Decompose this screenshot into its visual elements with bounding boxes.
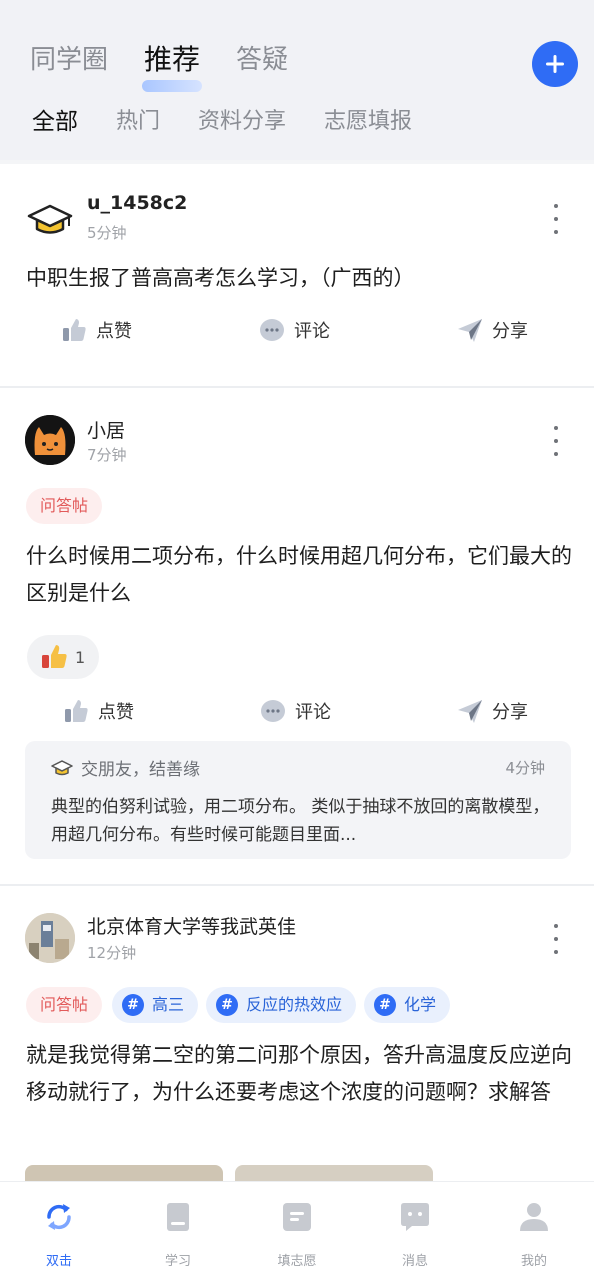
topic-label: 高三 <box>152 995 185 1014</box>
post-time: 12分钟 <box>87 944 137 962</box>
qa-tag[interactable]: 问答帖 <box>26 987 103 1023</box>
topic-tag[interactable]: # 反应的热效应 <box>206 987 357 1023</box>
top-header: 同学圈 推荐 答疑 全部 热门 资料分享 志愿填报 <box>0 0 594 160</box>
username[interactable]: 小居 <box>87 416 125 443</box>
active-tab-indicator <box>142 80 203 92</box>
tab-recommend[interactable]: 推荐 <box>142 40 203 92</box>
share-button[interactable]: 分享 <box>456 691 528 731</box>
share-button[interactable]: 分享 <box>456 310 528 350</box>
avatar[interactable] <box>25 913 75 963</box>
cat-avatar-image <box>25 415 75 465</box>
comment-icon <box>260 319 284 341</box>
post-card[interactable]: u_1458c2 5分钟 中职生报了普高高考怎么学习，（广西的） 点赞 评论 分… <box>0 164 594 386</box>
subtab-applications[interactable]: 志愿填报 <box>324 104 412 140</box>
subtab-hot[interactable]: 热门 <box>116 104 160 140</box>
qa-tag[interactable]: 问答帖 <box>26 488 103 524</box>
comment-button[interactable]: 评论 <box>259 691 331 731</box>
post-content[interactable]: 什么时候用二项分布，什么时候用超几何分布，它们最大的区别是什么 <box>26 538 574 612</box>
share-label: 分享 <box>492 321 528 342</box>
avatar[interactable] <box>25 194 75 244</box>
message-icon <box>401 1203 429 1231</box>
like-button[interactable]: 点赞 <box>62 691 134 731</box>
comment-label: 评论 <box>294 321 330 342</box>
comment-button[interactable]: 评论 <box>258 310 330 350</box>
profile-icon <box>520 1203 548 1231</box>
post-card[interactable]: 北京体育大学等我武英佳 12分钟 问答帖 # 高三 # 反应的热效应 # 化学 就是我… <box>0 886 594 1186</box>
post-time: 7分钟 <box>87 446 127 464</box>
share-icon <box>458 700 482 723</box>
plus-icon <box>546 55 564 73</box>
nav-label: 我的 <box>520 1254 547 1269</box>
thumbs-up-emoji-icon <box>42 645 67 668</box>
refresh-icon <box>47 1204 71 1230</box>
subtab-resources[interactable]: 资料分享 <box>198 104 286 140</box>
hashtag-icon: # <box>374 994 397 1016</box>
main-tabs: 同学圈 推荐 答疑 <box>30 40 324 92</box>
add-post-button[interactable] <box>532 41 578 87</box>
nav-item-home[interactable]: 双击 <box>19 1196 99 1269</box>
graduation-cap-icon <box>27 204 73 234</box>
post-actions: 点赞 评论 分享 <box>0 691 594 731</box>
avatar[interactable] <box>25 415 75 465</box>
nav-item-study[interactable]: 学习 <box>138 1196 218 1269</box>
hashtag-icon: # <box>122 994 145 1016</box>
tab-recommend-label: 推荐 <box>144 43 201 76</box>
reply-author[interactable]: 交朋友，结善缘 <box>81 755 200 780</box>
user-photo-avatar-image <box>25 913 75 963</box>
share-icon <box>458 319 482 342</box>
topic-tag[interactable]: # 高三 <box>112 987 199 1023</box>
username[interactable]: u_1458c2 <box>87 192 187 214</box>
comment-icon <box>261 700 285 722</box>
sub-tabs: 全部 热门 资料分享 志愿填报 <box>32 104 450 140</box>
reaction-count: 1 <box>75 647 86 667</box>
book-icon <box>167 1203 189 1231</box>
share-label: 分享 <box>492 702 528 723</box>
topic-label: 反应的热效应 <box>246 995 343 1014</box>
nav-item-profile[interactable]: 我的 <box>494 1196 574 1269</box>
nav-item-messages[interactable]: 消息 <box>375 1196 455 1269</box>
like-label: 点赞 <box>98 702 134 723</box>
post-content[interactable]: 就是我觉得第二空的第二问那个原因，答升高温度反应逆向移动就行了，为什么还要考虑这… <box>26 1037 574 1111</box>
thumbs-up-icon <box>63 319 86 341</box>
comment-label: 评论 <box>295 702 331 723</box>
topic-tag[interactable]: # 化学 <box>364 987 451 1023</box>
top-reply-box[interactable]: 交朋友，结善缘 4分钟 典型的伯努利试验，用二项分布。 类似于抽球不放回的离散模… <box>25 741 571 859</box>
tab-classmates[interactable]: 同学圈 <box>30 40 108 80</box>
tag-row: 问答帖 <box>26 488 112 524</box>
post-card[interactable]: 小居 7分钟 问答帖 什么时候用二项分布，什么时候用超几何分布，它们最大的区别是… <box>0 388 594 884</box>
reply-time: 4分钟 <box>505 759 545 777</box>
reply-header: 交朋友，结善缘 <box>51 755 200 780</box>
tag-row: 问答帖 # 高三 # 反应的热效应 # 化学 <box>26 987 458 1023</box>
bottom-nav: 双击 学习 填志愿 消息 我的 <box>0 1181 594 1280</box>
like-label: 点赞 <box>96 321 132 342</box>
reply-text: 典型的伯努利试验，用二项分布。 类似于抽球不放回的离散模型，用超几何分布。有些时… <box>51 797 550 845</box>
nav-item-application[interactable]: 填志愿 <box>257 1196 337 1269</box>
subtab-all[interactable]: 全部 <box>32 104 78 140</box>
post-time: 5分钟 <box>87 224 127 242</box>
more-options-icon[interactable] <box>546 426 566 456</box>
graduation-cap-icon <box>51 759 73 775</box>
like-button[interactable]: 点赞 <box>60 310 132 350</box>
username[interactable]: 北京体育大学等我武英佳 <box>87 912 296 939</box>
nav-label: 双击 <box>45 1254 72 1269</box>
topic-label: 化学 <box>404 995 437 1014</box>
nav-label: 学习 <box>164 1254 191 1269</box>
nav-label: 填志愿 <box>277 1254 317 1269</box>
more-options-icon[interactable] <box>546 204 566 234</box>
tab-qa[interactable]: 答疑 <box>236 40 288 80</box>
reaction-pill[interactable]: 1 <box>27 635 99 679</box>
post-content[interactable]: 中职生报了普高高考怎么学习，（广西的） <box>26 260 574 297</box>
post-actions: 点赞 评论 分享 <box>0 310 594 350</box>
hashtag-icon: # <box>216 994 239 1016</box>
thumbs-up-icon <box>65 700 88 722</box>
form-icon <box>283 1203 311 1231</box>
nav-label: 消息 <box>401 1254 428 1269</box>
more-options-icon[interactable] <box>546 924 566 954</box>
